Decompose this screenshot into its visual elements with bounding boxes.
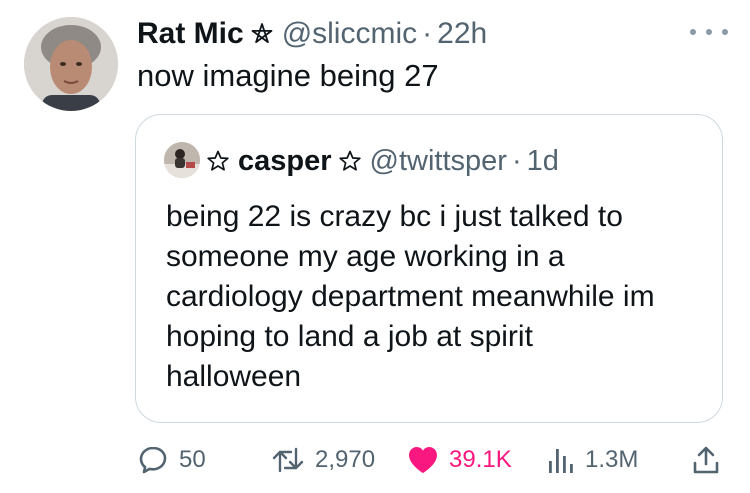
views-button[interactable]: 1.3M <box>545 440 638 480</box>
tweet-header: Rat Mic @sliccmic · 22h <box>137 14 487 54</box>
author-handle[interactable]: @sliccmic <box>282 17 417 51</box>
quoted-tweet[interactable]: casper @twittsper · 1d being 22 is crazy… <box>135 114 723 423</box>
quote-author-handle[interactable]: @twittsper <box>370 145 507 178</box>
star-icon <box>206 149 230 173</box>
view-count: 1.3M <box>585 446 639 473</box>
repost-button[interactable]: 2,970 <box>271 440 375 480</box>
reply-button[interactable]: 50 <box>137 440 206 480</box>
like-button[interactable]: 39.1K <box>407 440 512 480</box>
pentagram-icon <box>250 22 274 46</box>
share-button[interactable] <box>690 440 732 480</box>
quote-header: casper @twittsper · 1d <box>206 141 559 181</box>
repost-count: 2,970 <box>315 446 376 473</box>
author-name[interactable]: Rat Mic <box>137 17 244 51</box>
separator-dot: · <box>422 17 433 50</box>
reply-count: 50 <box>179 446 206 473</box>
reply-icon <box>139 446 167 474</box>
quote-timestamp[interactable]: 1d <box>527 145 559 178</box>
action-bar: 50 2,970 39.1K 1.3M <box>0 440 750 480</box>
star-icon <box>338 149 362 173</box>
views-icon <box>549 449 573 473</box>
quote-text-line: hoping to land a job at spirit <box>166 320 533 353</box>
quote-text-line: someone my age working in a <box>166 240 565 273</box>
tweet-text: now imagine being 27 <box>137 58 439 93</box>
quote-author-name[interactable]: casper <box>238 145 332 178</box>
quote-text-line: cardiology department meanwhile im <box>166 280 655 313</box>
quote-text-line: halloween <box>166 360 302 393</box>
quote-text: being 22 is crazy bc i just talked to so… <box>166 197 706 397</box>
quote-text-line: being 22 is crazy bc i just talked to <box>166 200 623 233</box>
repost-icon <box>272 447 304 473</box>
quote-avatar[interactable] <box>164 142 200 178</box>
heart-icon <box>409 447 437 473</box>
share-icon <box>693 446 719 474</box>
avatar[interactable] <box>24 17 118 111</box>
like-count: 39.1K <box>449 446 512 473</box>
tweet: Rat Mic @sliccmic · 22h now imagine bein… <box>0 0 750 493</box>
timestamp[interactable]: 22h <box>437 17 487 51</box>
separator-dot: · <box>511 144 522 177</box>
more-icon[interactable] <box>690 22 728 42</box>
